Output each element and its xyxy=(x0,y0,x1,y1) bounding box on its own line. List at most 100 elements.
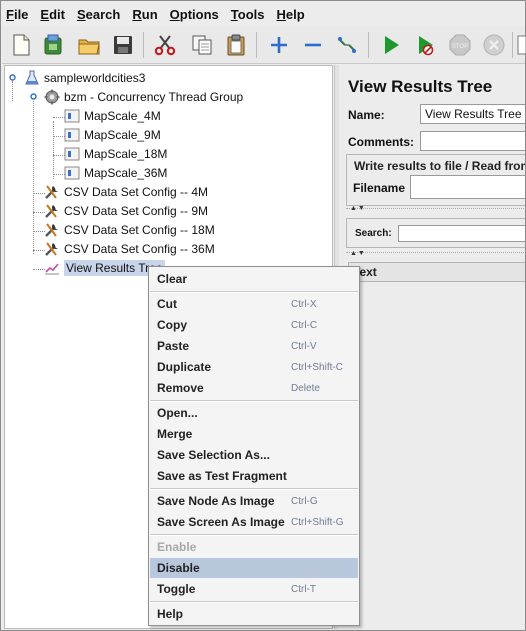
divider xyxy=(346,252,525,260)
sampler-icon xyxy=(63,107,81,125)
menu-item-save-fragment[interactable]: Save as Test Fragment xyxy=(150,466,358,486)
shutdown-icon[interactable] xyxy=(479,30,508,59)
start-no-timers-icon[interactable] xyxy=(410,30,439,59)
shortcut: Ctrl-X xyxy=(291,298,317,310)
tree-node-sampler[interactable]: MapScale_9M xyxy=(63,126,161,144)
menu-item-save-selection[interactable]: Save Selection As... xyxy=(150,445,358,465)
menu-item-merge[interactable]: Merge xyxy=(150,424,358,444)
menu-item-save-screen-image[interactable]: Save Screen As Image Ctrl+Shift-G xyxy=(150,512,358,532)
tree-node-csv-config[interactable]: CSV Data Set Config -- 4M xyxy=(43,183,208,201)
cut-icon[interactable] xyxy=(150,30,179,59)
tree-node-label: MapScale_18M xyxy=(84,147,168,161)
shortcut: Ctrl-G xyxy=(291,495,318,507)
toolbar: STOP xyxy=(2,26,526,64)
menu-item-paste[interactable]: Paste Ctrl-V xyxy=(150,336,358,356)
menu-item-duplicate[interactable]: Duplicate Ctrl+Shift-C xyxy=(150,357,358,377)
tree-collapse-handle-thread-group[interactable] xyxy=(29,92,38,101)
tree-node-csv-config[interactable]: CSV Data Set Config -- 9M xyxy=(43,202,208,220)
shortcut: Ctrl-V xyxy=(291,340,317,352)
tree-node-csv-config[interactable]: CSV Data Set Config -- 18M xyxy=(43,221,215,239)
tree-node-label: MapScale_9M xyxy=(84,128,161,142)
menu-item-toggle[interactable]: Toggle Ctrl-T xyxy=(150,579,358,599)
filename-label: Filename xyxy=(353,181,406,195)
tree-node-thread-group[interactable]: bzm - Concurrency Thread Group xyxy=(43,88,243,106)
search-label: Search: xyxy=(355,228,392,239)
menu-item-copy[interactable]: Copy Ctrl-C xyxy=(150,315,358,335)
chart-icon xyxy=(43,259,61,277)
paste-icon[interactable] xyxy=(221,30,250,59)
menu-tools[interactable]: Tools xyxy=(231,7,265,22)
panel-title: View Results Tree xyxy=(348,77,493,96)
tree-node-label: bzm - Concurrency Thread Group xyxy=(64,90,244,104)
tree-node-sampler[interactable]: MapScale_18M xyxy=(63,145,167,163)
copy-icon[interactable] xyxy=(187,30,216,59)
menu-item-remove[interactable]: Remove Delete xyxy=(150,378,358,398)
tree-node-test-plan[interactable]: sampleworldcities3 xyxy=(23,69,145,87)
start-icon[interactable] xyxy=(376,30,405,59)
menu-bar: File Edit Search Run Options Tools Help xyxy=(2,2,525,26)
menu-help[interactable]: Help xyxy=(276,7,304,22)
search-input[interactable] xyxy=(398,225,525,242)
new-icon[interactable] xyxy=(6,30,35,59)
comments-field[interactable] xyxy=(420,131,525,151)
view-results-tree-panel: View Results Tree Name: View Results Tre… xyxy=(340,65,525,629)
filename-field[interactable] xyxy=(410,175,525,199)
jmeter-window: File Edit Search Run Options Tools Help xyxy=(0,0,526,631)
shortcut: Ctrl+Shift-G xyxy=(291,516,344,528)
tree-node-label: CSV Data Set Config -- 18M xyxy=(64,223,215,237)
comments-label: Comments: xyxy=(348,135,415,149)
tree-node-view-results-tree[interactable]: View Results Tree xyxy=(43,259,165,277)
save-icon[interactable] xyxy=(108,30,137,59)
menu-edit[interactable]: Edit xyxy=(40,7,65,22)
tree-node-label: MapScale_36M xyxy=(84,166,168,180)
wrench-icon xyxy=(43,240,61,258)
toggle-icon[interactable] xyxy=(332,30,361,59)
sampler-icon xyxy=(63,145,81,163)
sampler-icon xyxy=(63,164,81,182)
split-arrows-icon[interactable]: ▲▼ xyxy=(350,205,366,212)
tree-collapse-handle-root[interactable] xyxy=(8,73,17,82)
tree-node-sampler[interactable]: MapScale_36M xyxy=(63,164,167,182)
wrench-icon xyxy=(43,183,61,201)
divider xyxy=(346,208,525,216)
menu-item-cut[interactable]: Cut Ctrl-X xyxy=(150,294,358,314)
context-menu: Clear Cut Ctrl-X Copy Ctrl-C Paste Ctrl-V D… xyxy=(148,266,360,626)
menu-item-help[interactable]: Help xyxy=(150,604,358,624)
name-field[interactable]: View Results Tree xyxy=(420,104,525,124)
stop-icon[interactable]: STOP xyxy=(445,30,474,59)
tree-node-sampler[interactable]: MapScale_4M xyxy=(63,107,161,125)
tab-text[interactable]: Text xyxy=(348,262,525,282)
tree-node-label: CSV Data Set Config -- 4M xyxy=(64,185,209,199)
split-arrows-icon[interactable]: ▲▼ xyxy=(350,250,366,257)
gear-icon xyxy=(43,88,61,106)
toolbar-overflow[interactable] xyxy=(516,30,526,59)
wrench-icon xyxy=(43,221,61,239)
shortcut: Ctrl-T xyxy=(291,583,316,595)
shortcut: Ctrl-C xyxy=(291,319,318,331)
menu-item-disable[interactable]: Disable xyxy=(150,558,358,578)
menu-file[interactable]: File xyxy=(6,7,28,22)
menu-item-open[interactable]: Open... xyxy=(150,403,358,423)
tree-node-label: MapScale_4M xyxy=(84,109,161,123)
flask-icon xyxy=(23,69,41,87)
tree-node-csv-config[interactable]: CSV Data Set Config -- 36M xyxy=(43,240,215,258)
menu-item-save-node-image[interactable]: Save Node As Image Ctrl-G xyxy=(150,491,358,511)
menu-item-enable: Enable xyxy=(157,540,197,554)
shortcut: Ctrl+Shift-C xyxy=(291,361,343,373)
menu-run[interactable]: Run xyxy=(132,7,157,22)
name-label: Name: xyxy=(348,108,385,122)
tree-node-label: sampleworldcities3 xyxy=(44,71,146,85)
open-icon[interactable] xyxy=(74,30,103,59)
write-results-label: Write results to file / Read from xyxy=(352,159,525,173)
templates-icon[interactable] xyxy=(38,30,67,59)
shortcut: Delete xyxy=(291,382,320,394)
tree-node-label: CSV Data Set Config -- 36M xyxy=(64,242,215,256)
collapse-icon[interactable] xyxy=(298,30,327,59)
svg-text:STOP: STOP xyxy=(451,44,467,50)
menu-search[interactable]: Search xyxy=(77,7,120,22)
wrench-icon xyxy=(43,202,61,220)
menu-options[interactable]: Options xyxy=(170,7,219,22)
menu-item-clear[interactable]: Clear xyxy=(150,269,358,289)
sampler-icon xyxy=(63,126,81,144)
expand-icon[interactable] xyxy=(264,30,293,59)
